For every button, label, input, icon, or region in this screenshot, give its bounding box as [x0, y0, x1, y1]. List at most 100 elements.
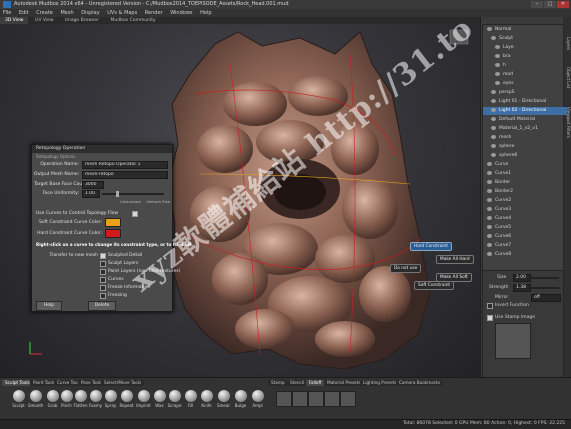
size-field[interactable]: 2.00	[513, 274, 531, 282]
menu-mesh[interactable]: Mesh	[60, 9, 73, 17]
list-item[interactable]: perspS	[483, 89, 567, 97]
menu-render[interactable]: Render	[145, 9, 163, 17]
list-item[interactable]: Sculpt	[483, 35, 567, 43]
visibility-icon[interactable]	[487, 188, 492, 193]
visibility-icon[interactable]	[487, 251, 492, 256]
delete-button[interactable]: Delete	[88, 301, 116, 311]
list-item[interactable]: Curve	[483, 161, 563, 169]
list-item[interactable]: sphere6	[483, 152, 567, 160]
visibility-icon[interactable]	[491, 107, 496, 112]
operation-name-field[interactable]: mesh Retopo Operator 1	[82, 161, 168, 169]
strength-slider[interactable]	[531, 287, 559, 289]
tool-smear[interactable]: Smear	[216, 390, 231, 408]
list-item[interactable]: eyes	[483, 80, 571, 88]
tab-lighting-presets[interactable]: Lighting Presets	[360, 380, 400, 386]
visibility-icon[interactable]	[487, 161, 492, 166]
visibility-icon[interactable]	[491, 116, 496, 121]
list-item[interactable]: Curve5	[483, 224, 563, 232]
tool-wax[interactable]: Wax	[152, 390, 167, 408]
visibility-icon[interactable]	[491, 98, 496, 103]
menu-display[interactable]: Display	[81, 9, 99, 17]
tool-repeat[interactable]: Repeat	[119, 390, 134, 408]
soft-curve-color-swatch[interactable]	[105, 218, 121, 227]
menu-windows[interactable]: Windows	[170, 9, 192, 17]
strength-field[interactable]: 1.38	[513, 284, 531, 292]
tab-stencil[interactable]: Stencil	[287, 380, 308, 386]
list-item[interactable]: bra	[483, 53, 571, 61]
visibility-icon[interactable]	[487, 224, 492, 229]
tab-select-move-tools[interactable]: Select/Move Tools	[101, 380, 145, 386]
visibility-icon[interactable]	[491, 134, 496, 139]
list-item[interactable]: h	[483, 62, 571, 70]
tool-grab[interactable]: Grab	[45, 390, 60, 408]
tool-spray[interactable]: Spray	[103, 390, 118, 408]
menu-create[interactable]: Create	[36, 9, 53, 17]
size-slider[interactable]	[531, 277, 559, 279]
visibility-icon[interactable]	[491, 35, 496, 40]
falloff-preset-4-icon[interactable]	[324, 391, 340, 407]
callout-hard-constraint[interactable]: Hard Constraint	[410, 242, 452, 251]
tab-camera-bookmarks[interactable]: Camera Bookmarks	[396, 380, 444, 386]
list-item[interactable]: Laye	[483, 44, 571, 52]
visibility-icon[interactable]	[495, 62, 500, 67]
visibility-icon[interactable]	[487, 242, 492, 247]
list-item[interactable]: Curve7	[483, 242, 563, 250]
close-button[interactable]: ✕	[557, 1, 569, 8]
visibility-icon[interactable]	[487, 215, 492, 220]
use-stamp-image-checkbox[interactable]	[487, 315, 493, 321]
list-item[interactable]: Border	[483, 179, 563, 187]
list-item[interactable]: Border2	[483, 188, 563, 196]
list-item[interactable]: Curve4	[483, 215, 563, 223]
visibility-icon[interactable]	[487, 170, 492, 175]
visibility-icon[interactable]	[487, 206, 492, 211]
list-item-selected[interactable]: Light 02 - Directional	[483, 107, 567, 115]
menu-file[interactable]: File	[3, 9, 11, 17]
tool-knife[interactable]: Knife	[199, 390, 214, 408]
visibility-icon[interactable]	[495, 80, 500, 85]
list-item[interactable]: mesh	[483, 134, 567, 142]
visibility-icon[interactable]	[487, 197, 492, 202]
visibility-icon[interactable]	[495, 44, 500, 49]
visibility-icon[interactable]	[491, 152, 496, 157]
list-item[interactable]: Material_1_v2_v1	[483, 125, 567, 133]
hard-curve-color-swatch[interactable]	[105, 229, 121, 238]
visibility-icon[interactable]	[487, 26, 492, 31]
tool-smooth[interactable]: Smooth	[28, 390, 43, 408]
option-sculpt-layers-checkbox[interactable]	[100, 261, 106, 267]
list-item[interactable]: Normal	[483, 26, 563, 34]
callout-soft-constraint[interactable]: Soft Constraint	[414, 281, 455, 290]
option-paint-layers-checkbox[interactable]	[100, 269, 106, 275]
tab-mudbox-community[interactable]: Mudbox Community	[105, 17, 160, 24]
visibility-icon[interactable]	[491, 143, 496, 148]
visibility-icon[interactable]	[491, 89, 496, 94]
callout-make-all-hard[interactable]: Make All Hard	[436, 255, 474, 264]
visibility-icon[interactable]	[491, 125, 496, 130]
option-freezing-checkbox[interactable]	[100, 293, 106, 299]
visibility-icon[interactable]	[495, 53, 500, 58]
menu-uvs-maps[interactable]: UVs & Maps	[107, 9, 137, 17]
stamp-preview[interactable]	[495, 323, 531, 359]
use-curves-checkbox[interactable]	[132, 211, 138, 217]
invert-function-checkbox[interactable]	[487, 303, 493, 309]
dialog-title-bar[interactable]: Retopology Operation	[32, 145, 172, 153]
list-item[interactable]: sphere	[483, 143, 567, 151]
tool-fill[interactable]: Fill	[183, 390, 198, 408]
list-item[interactable]: Curve6	[483, 233, 563, 241]
visibility-icon[interactable]	[487, 179, 492, 184]
option-curves-checkbox[interactable]	[100, 277, 106, 283]
face-uniformity-slider[interactable]	[102, 193, 164, 195]
help-button[interactable]: Help	[36, 301, 62, 311]
mirror-select[interactable]: off	[531, 294, 561, 302]
minimize-button[interactable]: –	[531, 1, 543, 8]
menu-edit[interactable]: Edit	[19, 9, 29, 17]
maximize-button[interactable]: □	[544, 1, 556, 8]
face-uniformity-field[interactable]: 1.00	[82, 190, 100, 198]
output-mesh-field[interactable]: mesh-retopo	[82, 171, 168, 179]
falloff-preset-1-icon[interactable]	[276, 391, 292, 407]
callout-do-not-use[interactable]: Do not use	[390, 264, 422, 273]
menu-help[interactable]: Help	[200, 9, 211, 17]
falloff-preset-3-icon[interactable]	[308, 391, 324, 407]
tab-material-presets[interactable]: Material Presets	[324, 380, 364, 386]
list-item[interactable]: Curve8	[483, 251, 563, 259]
tool-sculpt[interactable]: Sculpt	[11, 390, 26, 408]
